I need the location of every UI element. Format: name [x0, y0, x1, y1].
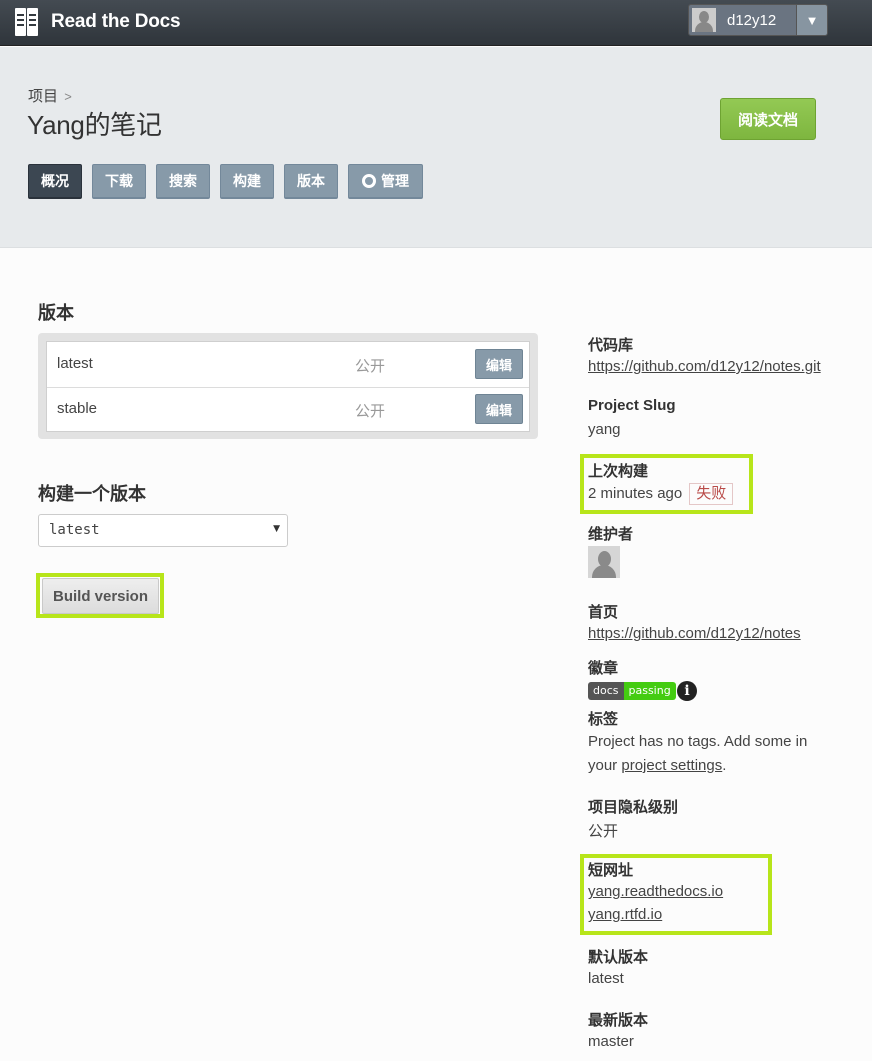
- tags-text-line1: Project has no tags. Add some in: [588, 733, 808, 750]
- tab-admin[interactable]: 管理: [348, 164, 423, 199]
- select-arrow-icon: ▼: [273, 524, 280, 534]
- book-logo-icon: [14, 6, 40, 38]
- user-menu[interactable]: d12y12 ▼: [688, 4, 828, 36]
- build-version-heading: 构建一个版本: [38, 484, 146, 504]
- tab-versions[interactable]: 版本: [284, 164, 338, 199]
- tags-text-suffix: .: [722, 757, 727, 774]
- version-privacy: 公开: [355, 403, 386, 420]
- user-dropdown-toggle[interactable]: ▼: [796, 5, 827, 35]
- maintainers-label: 维护者: [588, 526, 634, 543]
- maintainer-avatar[interactable]: [588, 546, 620, 578]
- top-navbar: Read the Docs d12y12 ▼: [0, 0, 872, 46]
- breadcrumb: 项目 >: [28, 85, 72, 106]
- tab-builds[interactable]: 构建: [220, 164, 274, 199]
- read-docs-button[interactable]: 阅读文档: [720, 98, 816, 140]
- tags-text-line2: your project settings.: [588, 757, 726, 774]
- tab-search[interactable]: 搜索: [156, 164, 210, 199]
- version-name[interactable]: latest: [57, 355, 93, 372]
- versions-panel: latest 公开 编辑 stable 公开 编辑: [38, 333, 538, 439]
- versions-table: latest 公开 编辑 stable 公开 编辑: [46, 341, 530, 432]
- username: d12y12: [727, 11, 777, 29]
- brand-link[interactable]: Read the Docs: [14, 6, 181, 38]
- brand-name: Read the Docs: [51, 11, 181, 32]
- version-select[interactable]: latest ▼: [38, 514, 288, 547]
- breadcrumb-separator: >: [64, 89, 72, 104]
- gear-icon: [362, 174, 376, 188]
- versions-heading: 版本: [38, 303, 74, 323]
- slug-label: Project Slug: [588, 397, 676, 414]
- badge-label: 徽章: [588, 660, 619, 677]
- short-url-rtfd-link[interactable]: yang.rtfd.io: [588, 906, 662, 923]
- version-row: latest 公开 编辑: [47, 342, 529, 387]
- default-version-value: latest: [588, 970, 624, 987]
- build-version-button[interactable]: Build version: [42, 578, 159, 614]
- homepage-link[interactable]: https://github.com/d12y12/notes: [588, 625, 801, 642]
- privacy-value: 公开: [588, 823, 619, 840]
- caret-down-icon: ▼: [805, 12, 819, 28]
- tags-text-prefix: your: [588, 757, 618, 774]
- version-select-value: latest: [49, 522, 100, 538]
- build-failed-badge[interactable]: 失败: [689, 483, 734, 505]
- tab-downloads[interactable]: 下载: [92, 164, 146, 199]
- docs-status-badge[interactable]: docs passing: [588, 682, 676, 700]
- latest-version-value: master: [588, 1033, 634, 1050]
- last-build-info: 2 minutes ago 失败: [588, 483, 734, 505]
- badge-key: docs: [588, 682, 624, 700]
- tab-admin-label: 管理: [381, 173, 409, 189]
- repo-link[interactable]: https://github.com/d12y12/notes.git: [588, 358, 821, 375]
- project-header: 项目 > Yang的笔记 阅读文档 概况 下载 搜索 构建 版本 管理: [0, 47, 872, 248]
- user-avatar: [692, 8, 716, 32]
- short-url-readthedocs-link[interactable]: yang.readthedocs.io: [588, 883, 723, 900]
- breadcrumb-projects-link[interactable]: 项目: [28, 88, 58, 105]
- info-icon[interactable]: i: [677, 681, 697, 701]
- page-title: Yang的笔记: [27, 110, 162, 140]
- version-name[interactable]: stable: [57, 400, 97, 417]
- latest-version-label: 最新版本: [588, 1012, 649, 1029]
- version-row: stable 公开 编辑: [47, 387, 529, 432]
- edit-version-button[interactable]: 编辑: [475, 394, 523, 424]
- project-settings-link[interactable]: project settings: [621, 757, 722, 774]
- badge-value: passing: [623, 682, 676, 700]
- version-privacy: 公开: [355, 358, 386, 375]
- slug-value: yang: [588, 421, 621, 438]
- repo-label: 代码库: [588, 337, 634, 354]
- tab-overview[interactable]: 概况: [28, 164, 82, 199]
- last-build-time: 2 minutes ago: [588, 484, 683, 502]
- privacy-label: 项目隐私级别: [588, 799, 679, 816]
- tags-label: 标签: [588, 711, 619, 728]
- user-profile-button[interactable]: d12y12: [689, 5, 797, 35]
- homepage-label: 首页: [588, 604, 619, 621]
- edit-version-button[interactable]: 编辑: [475, 349, 523, 379]
- last-build-label: 上次构建: [588, 463, 649, 480]
- default-version-label: 默认版本: [588, 949, 649, 966]
- short-urls-label: 短网址: [588, 862, 634, 879]
